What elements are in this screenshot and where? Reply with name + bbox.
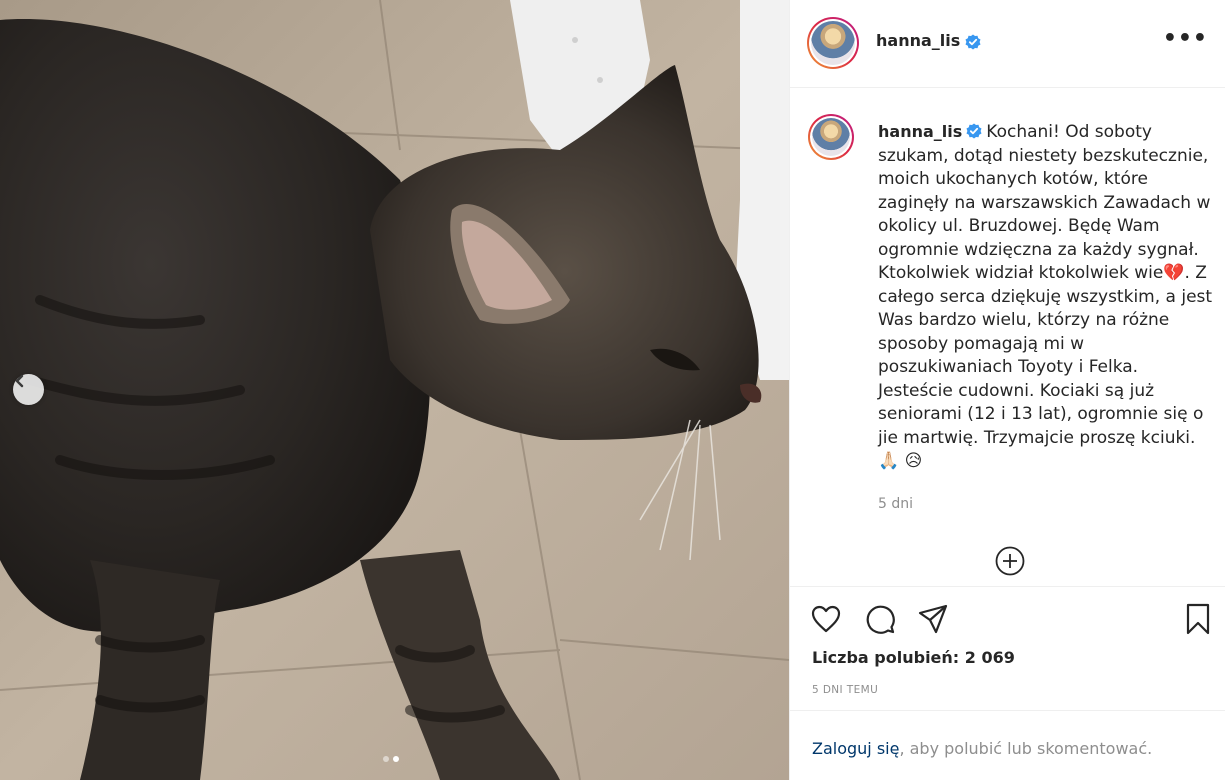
caption-timestamp[interactable]: 5 dni — [878, 496, 913, 512]
bookmark-icon[interactable] — [1182, 603, 1214, 635]
carousel-indicator — [383, 756, 399, 762]
instagram-post-view: hanna_lis ••• hanna_lis Kochani! Od sobot… — [0, 0, 1225, 780]
login-prompt-text: , aby polubić lub skomentować. — [899, 739, 1153, 758]
likes-count[interactable]: Liczba polubień: 2 069 — [812, 648, 1015, 667]
post-timestamp[interactable]: 5 DNI TEMU — [812, 684, 878, 696]
comment-icon[interactable] — [864, 603, 896, 635]
post-photo — [0, 0, 789, 780]
cat-photo-image — [0, 0, 789, 780]
chevron-left-icon — [15, 374, 24, 388]
caption-avatar[interactable] — [808, 114, 854, 160]
more-options-icon[interactable]: ••• — [1163, 26, 1208, 51]
plus-circle-icon[interactable] — [995, 546, 1025, 576]
caption-text: hanna_lis Kochani! Od soboty szukam, dotą… — [878, 120, 1218, 474]
login-prompt: Zaloguj się, aby polubić lub skomentować… — [790, 710, 1225, 780]
carousel-dot — [383, 756, 389, 762]
verified-badge-icon — [965, 34, 981, 49]
caption-username[interactable]: hanna_lis — [878, 122, 962, 141]
login-link[interactable]: Zaloguj się — [812, 739, 899, 758]
carousel-prev-button[interactable] — [13, 374, 44, 405]
avatar[interactable] — [807, 17, 859, 69]
verified-badge-icon — [966, 123, 982, 138]
heart-icon[interactable] — [810, 603, 842, 635]
caption-body: Kochani! Od soboty szukam, dotąd niestet… — [878, 122, 1213, 471]
share-icon[interactable] — [917, 603, 949, 635]
post-actions: Liczba polubień: 2 069 5 DNI TEMU — [790, 586, 1225, 710]
carousel-dot-active — [393, 756, 399, 762]
post-side-panel: hanna_lis ••• hanna_lis Kochani! Od sobot… — [789, 0, 1225, 780]
post-header: hanna_lis ••• — [790, 0, 1225, 88]
header-username[interactable]: hanna_lis — [876, 31, 960, 50]
